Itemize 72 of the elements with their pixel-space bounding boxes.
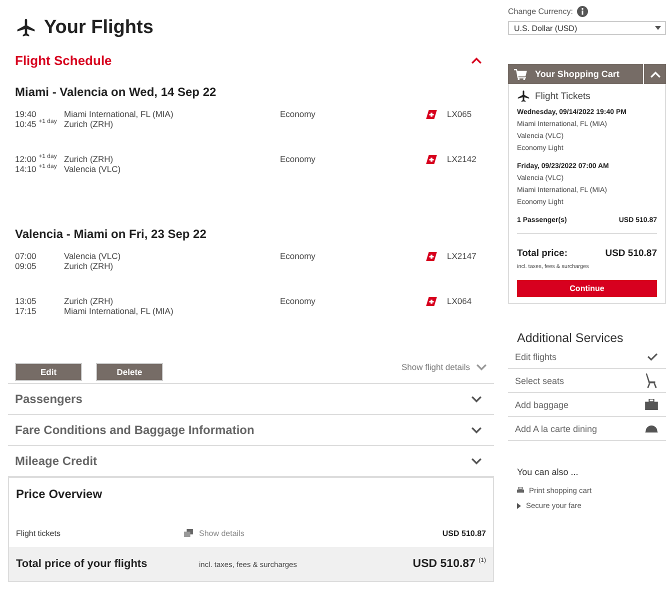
airline-tail-icon — [426, 297, 437, 306]
section-title: You can also ... — [517, 467, 580, 477]
accordion-header[interactable]: Passengers — [8, 383, 494, 414]
line-label: Flight tickets — [16, 528, 62, 538]
departure-airport: Zurich (ZRH) — [64, 154, 114, 164]
currency-label: Change Currency: — [508, 7, 573, 16]
departure-time: 13:05 — [15, 296, 38, 306]
info-icon — [576, 6, 588, 17]
currency-dropdown[interactable]: U.S. Dollar (USD) — [508, 21, 666, 35]
airplane-icon — [517, 90, 530, 103]
departure-time: 12:00 $^{+1 day}$ — [15, 154, 58, 164]
departure-airport: Miami International, FL (MIA) — [64, 109, 174, 119]
service-item[interactable]: Add A la carte dining — [508, 417, 666, 441]
cabin-class: Economy — [280, 109, 316, 119]
total-amount: USD 510.87 — [605, 248, 657, 259]
arrival-time: 14:10 $^{+1 day}$ — [15, 164, 58, 174]
departure-time: 19:40 — [15, 109, 38, 119]
journey-title: Miami - Valencia on Wed, 14 Sep 22 — [14, 84, 218, 101]
cabin-class: Economy — [280, 154, 316, 164]
arrival-time: 17:15 — [15, 306, 38, 316]
arrival-airport: Zurich (ZRH) — [64, 119, 114, 129]
cart-section-title: Flight Tickets — [535, 91, 590, 102]
section-title: Flight Schedule — [15, 53, 112, 68]
service-item[interactable]: Select seats — [508, 369, 666, 393]
total-amount: USD 510.87 $^{(1)}$ — [412, 558, 486, 570]
suitcase-icon — [645, 399, 658, 410]
cart-icon — [514, 68, 527, 80]
show-details-link[interactable]: Show flight details — [401, 362, 487, 372]
departure-airport: Valencia (VLC) — [64, 251, 122, 261]
cabin-class: Economy — [280, 251, 316, 261]
section-title: Additional Services — [517, 331, 624, 345]
cloche-icon — [645, 424, 658, 432]
arrival-airport: Miami International, FL (MIA) — [64, 306, 174, 316]
panel-title: Price Overview — [15, 486, 104, 501]
triangle-right-icon — [517, 502, 521, 508]
copy-icon — [184, 529, 193, 537]
departure-airport: Zurich (ZRH) — [64, 296, 114, 306]
arrival-time: 09:05 — [15, 261, 38, 271]
price-amount: USD 510.87 — [442, 528, 486, 538]
total-label: Total price of your flights — [16, 558, 148, 570]
flight-number: LX064 — [447, 296, 472, 306]
service-item[interactable]: Add baggage — [508, 393, 666, 417]
total-label: Total price: — [517, 248, 568, 259]
airline-tail-icon — [426, 155, 437, 164]
delete-button[interactable]: Delete — [96, 363, 163, 381]
accordion-header[interactable]: Fare Conditions and Baggage Information — [8, 414, 494, 445]
checkmark-icon — [647, 352, 658, 360]
chevron-up-icon — [650, 70, 660, 78]
collapse-button[interactable] — [644, 64, 666, 84]
chevron-down-icon — [476, 364, 487, 370]
journey-title: Valencia - Miami on Fri, 23 Sep 22 — [14, 226, 208, 243]
flight-number: LX065 — [447, 109, 472, 119]
arrival-airport: Zurich (ZRH) — [64, 261, 114, 271]
show-details-link[interactable]: Show details — [184, 528, 442, 538]
flight-number: LX2142 — [447, 154, 476, 164]
seat-icon — [645, 373, 658, 388]
accordion-header[interactable]: Mileage Credit — [8, 445, 494, 476]
flight-number: LX2147 — [447, 251, 476, 261]
airline-tail-icon — [426, 110, 437, 119]
page-title: Your Flights — [44, 17, 154, 39]
service-item[interactable]: Edit flights — [508, 345, 666, 369]
continue-button[interactable]: Continue — [517, 280, 657, 297]
airline-tail-icon — [426, 252, 437, 261]
printer-icon — [517, 487, 524, 494]
dropdown-caret-icon — [655, 26, 661, 30]
cabin-class: Economy — [280, 296, 316, 306]
airplane-icon — [16, 18, 36, 38]
departure-time: 07:00 — [15, 251, 38, 261]
arrival-time: 10:45 $^{+1 day}$ — [15, 119, 58, 129]
arrival-airport: Valencia (VLC) — [64, 164, 122, 174]
cart-header[interactable]: Your Shopping Cart — [508, 64, 643, 84]
edit-button[interactable]: Edit — [15, 363, 82, 381]
